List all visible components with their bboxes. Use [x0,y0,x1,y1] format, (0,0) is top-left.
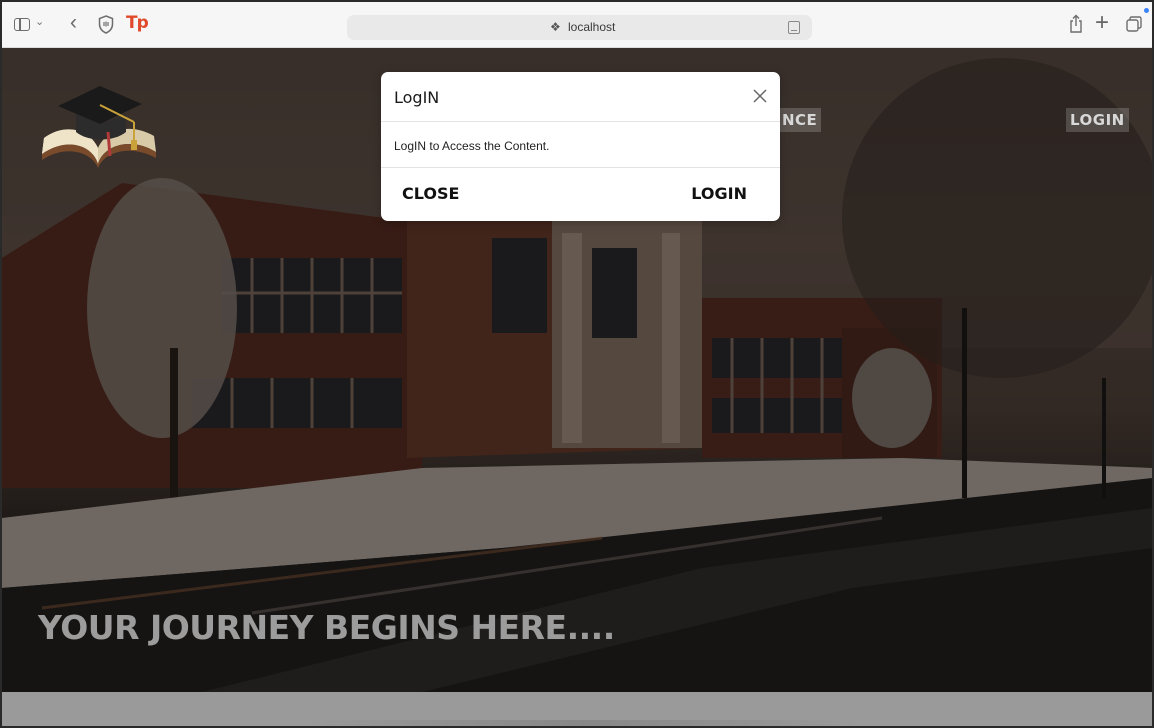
reader-mode-icon[interactable] [788,21,800,34]
graduation-cap-book-logo-icon[interactable] [38,76,158,168]
close-button[interactable]: CLOSE [402,184,459,203]
sidebar-toggle-icon[interactable] [14,18,30,31]
modal-footer: CLOSE LOGIN [381,168,780,221]
login-modal: LogIN LogIN to Access the Content. CLOSE… [381,72,780,221]
nav-link-partial[interactable]: NCE [778,108,822,132]
nav-login-link[interactable]: LOGIN [1066,108,1129,132]
site-favicon-icon: ❖ [550,20,561,34]
tab-overview-icon[interactable] [1126,16,1142,32]
browser-toolbar: ⌄ ‹ Tp ❖ localhost + [2,2,1152,48]
tp-extension-icon[interactable]: Tp [126,13,149,33]
back-arrow-icon[interactable]: ‹ [70,11,77,34]
new-tab-plus-icon[interactable]: + [1095,9,1109,36]
chevron-down-icon[interactable]: ⌄ [35,15,44,33]
notification-dot [1144,8,1149,13]
modal-message: LogIN to Access the Content. [394,139,550,153]
url-text: localhost [568,20,616,34]
next-section-band [2,692,1152,726]
hero-title: YOUR JOURNEY BEGINS HERE.... [38,608,615,647]
close-icon[interactable] [750,86,770,106]
browser-window: ⌄ ‹ Tp ❖ localhost + NCE LOGIN YOUR JOUR… [0,0,1154,728]
modal-body: LogIN to Access the Content. [381,122,780,168]
share-icon[interactable] [1068,14,1084,34]
modal-header: LogIN [381,72,780,122]
login-button[interactable]: LOGIN [691,184,747,203]
modal-title: LogIN [394,88,440,107]
shield-icon[interactable] [98,15,114,34]
address-bar[interactable]: ❖ localhost [347,15,812,40]
